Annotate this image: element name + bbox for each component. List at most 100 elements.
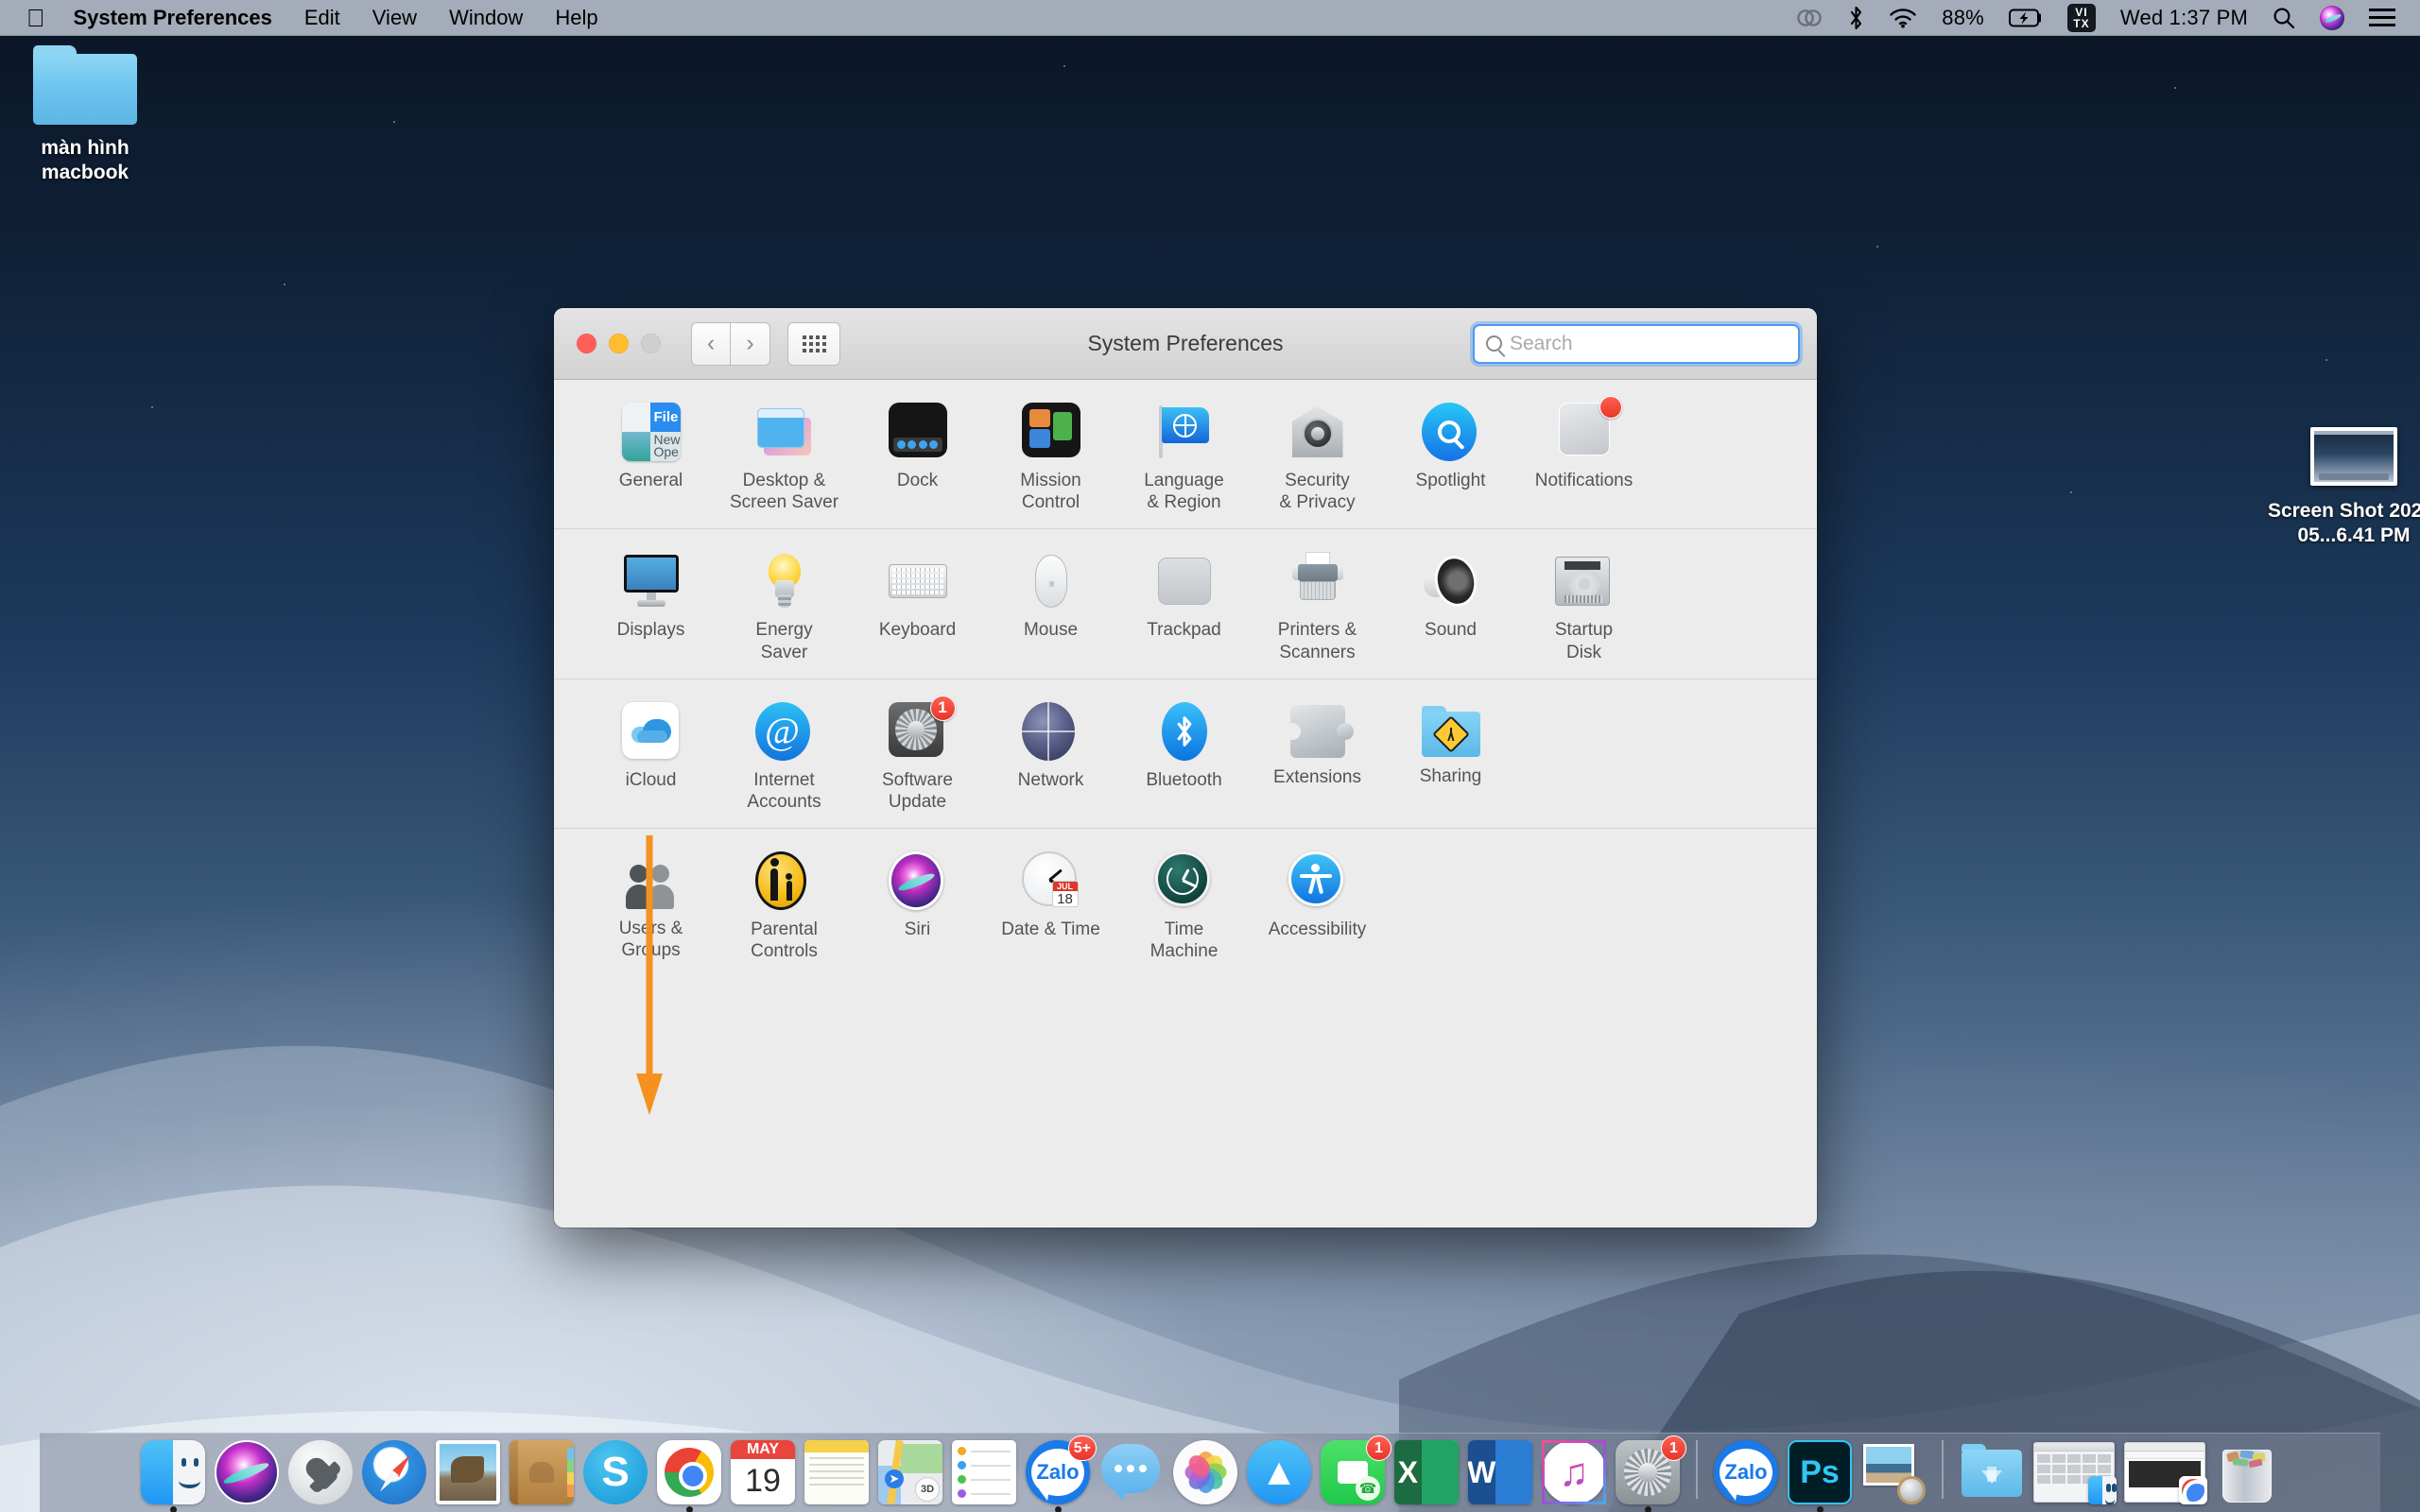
dock-item-maps[interactable]: ➤ 3D <box>878 1440 942 1504</box>
pref-item-siri[interactable]: Siri <box>858 851 977 962</box>
menu-app-name[interactable]: System Preferences <box>74 6 272 30</box>
dock-item-skype[interactable]: S <box>583 1440 648 1504</box>
pref-label: Siri <box>905 919 930 940</box>
pref-item-dock[interactable]: Dock <box>858 403 977 513</box>
pref-label: Security & Privacy <box>1279 470 1355 513</box>
system-preferences-badge: 1 <box>1661 1435 1686 1461</box>
pref-item-software-update[interactable]: 1 Software Update <box>858 702 977 813</box>
dock-item-chrome[interactable] <box>657 1440 721 1504</box>
battery-percent[interactable]: 88% <box>1942 6 1984 30</box>
pref-item-bluetooth[interactable]: Bluetooth <box>1125 702 1243 813</box>
dock-item-system-preferences[interactable]: 1 <box>1616 1440 1680 1504</box>
dock-item-mail[interactable] <box>436 1440 500 1504</box>
pref-item-sharing[interactable]: Sharing <box>1392 702 1510 813</box>
desktop-icon-folder[interactable]: màn hình macbook <box>0 45 175 186</box>
pref-item-keyboard[interactable]: Keyboard <box>858 552 977 662</box>
battery-charging-icon[interactable] <box>2009 9 2043 27</box>
menu-window[interactable]: Window <box>449 6 523 30</box>
pref-item-time-machine[interactable]: Time Machine <box>1125 851 1243 962</box>
menu-edit[interactable]: Edit <box>304 6 340 30</box>
search-input[interactable] <box>1510 333 1787 355</box>
desktop-screensaver-icon <box>755 403 814 461</box>
pref-item-date-time[interactable]: JUL 18 Date & Time <box>992 851 1110 962</box>
pref-item-network[interactable]: Network <box>992 702 1110 813</box>
menu-bar[interactable]:  System Preferences Edit View Window He… <box>0 0 2420 36</box>
wifi-icon[interactable] <box>1889 8 1917 28</box>
dock-item-zalo-recent[interactable]: Zalo <box>1714 1440 1778 1504</box>
menu-view[interactable]: View <box>372 6 417 30</box>
dock-item-preview[interactable] <box>1861 1440 1926 1504</box>
system-preferences-window[interactable]: ‹ › System Preferences FileNewOpe Genera… <box>554 308 1817 1228</box>
pref-item-sound[interactable]: Sound <box>1392 552 1510 662</box>
pref-item-general[interactable]: FileNewOpe General <box>592 403 710 513</box>
minimize-button[interactable] <box>609 334 629 353</box>
navigation-buttons[interactable]: ‹ › <box>691 322 770 366</box>
pref-item-trackpad[interactable]: Trackpad <box>1125 552 1243 662</box>
pref-item-printers-scanners[interactable]: Printers & Scanners <box>1258 552 1376 662</box>
pref-item-displays[interactable]: Displays <box>592 552 710 662</box>
dock-item-app-store[interactable]: ▲ <box>1247 1440 1311 1504</box>
dock-item-word[interactable]: W <box>1468 1440 1532 1504</box>
window-title-bar[interactable]: ‹ › System Preferences <box>554 308 1817 380</box>
dock-item-photoshop[interactable]: Ps <box>1788 1440 1852 1504</box>
pref-item-extensions[interactable]: Extensions <box>1258 702 1376 813</box>
dock-item-safari[interactable] <box>362 1440 426 1504</box>
desktop-icon-screenshot[interactable]: Screen Shot 2021-05...6.41 PM <box>2259 427 2420 549</box>
pref-item-security-privacy[interactable]: Security & Privacy <box>1258 403 1376 513</box>
dock-item-downloads-folder[interactable] <box>1960 1440 2024 1504</box>
show-all-button[interactable] <box>787 322 840 366</box>
dock-item-zalo[interactable]: Zalo 5+ <box>1026 1440 1090 1504</box>
siri-icon <box>889 851 947 910</box>
bluetooth-icon[interactable] <box>1848 6 1864 30</box>
dock-item-calendar[interactable]: MAY 19 <box>731 1440 795 1504</box>
sharing-icon <box>1422 706 1480 757</box>
pref-item-mouse[interactable]: Mouse <box>992 552 1110 662</box>
dock-item-notes[interactable] <box>804 1440 869 1504</box>
pref-item-energy-saver[interactable]: Energy Saver <box>725 552 843 662</box>
pref-item-language-region[interactable]: Language & Region <box>1125 403 1243 513</box>
dock-item-finder[interactable] <box>141 1440 205 1504</box>
menu-bar-status-area[interactable]: 88% VI TX Wed 1:37 PM <box>1795 4 2405 32</box>
pref-item-mission-control[interactable]: Mission Control <box>992 403 1110 513</box>
pref-item-icloud[interactable]: iCloud <box>592 702 710 813</box>
apple-menu-icon[interactable]:  <box>26 6 45 30</box>
dock-item-contacts[interactable] <box>510 1440 574 1504</box>
sound-icon <box>1422 552 1480 610</box>
search-icon[interactable] <box>2273 7 2295 29</box>
pref-item-accessibility[interactable]: Accessibility <box>1258 851 1376 962</box>
dock[interactable]: S MAY 19 ➤ 3D Zalo 5+ <box>40 1433 2380 1512</box>
close-button[interactable] <box>577 334 596 353</box>
dock-item-launchpad[interactable] <box>288 1440 353 1504</box>
window-controls[interactable] <box>577 334 661 353</box>
search-field[interactable] <box>1473 324 1800 364</box>
pref-label: Spotlight <box>1416 470 1486 491</box>
dock-minimized-finder-window[interactable] <box>2033 1442 2115 1503</box>
pref-item-desktop-screen-saver[interactable]: Desktop & Screen Saver <box>725 403 843 513</box>
pref-item-spotlight[interactable]: Spotlight <box>1392 403 1510 513</box>
dock-item-excel[interactable]: X <box>1394 1440 1459 1504</box>
dock-item-photos[interactable] <box>1173 1440 1237 1504</box>
siri-icon[interactable] <box>2320 6 2344 30</box>
notification-center-icon[interactable] <box>2369 9 2395 26</box>
input-method-icon[interactable]: VI TX <box>2067 4 2096 32</box>
calendar-month: JUL <box>1053 882 1078 891</box>
creative-cloud-icon[interactable] <box>1795 7 1824 29</box>
menu-help[interactable]: Help <box>555 6 597 30</box>
back-button[interactable]: ‹ <box>691 322 731 366</box>
pref-item-parental-controls[interactable]: Parental Controls <box>725 851 843 962</box>
dock-item-messages[interactable] <box>1099 1440 1164 1504</box>
dock-item-siri[interactable] <box>215 1440 279 1504</box>
dock-minimized-chrome-window[interactable] <box>2124 1442 2205 1503</box>
pref-label: Network <box>1018 769 1084 791</box>
menu-bar-clock[interactable]: Wed 1:37 PM <box>2120 6 2248 30</box>
excel-label: X <box>1394 1440 1422 1504</box>
dock-item-trash[interactable] <box>2215 1440 2279 1504</box>
pref-item-internet-accounts[interactable]: @ Internet Accounts <box>725 702 843 813</box>
dock-item-facetime[interactable]: ☎ 1 <box>1321 1440 1385 1504</box>
dock-item-itunes[interactable]: ♫ <box>1542 1440 1606 1504</box>
pref-item-startup-disk[interactable]: Startup Disk <box>1525 552 1643 662</box>
chrome-overlay-icon <box>2179 1476 2207 1504</box>
dock-item-reminders[interactable] <box>952 1440 1016 1504</box>
pref-item-notifications[interactable]: Notifications <box>1525 403 1643 513</box>
forward-button[interactable]: › <box>731 322 770 366</box>
